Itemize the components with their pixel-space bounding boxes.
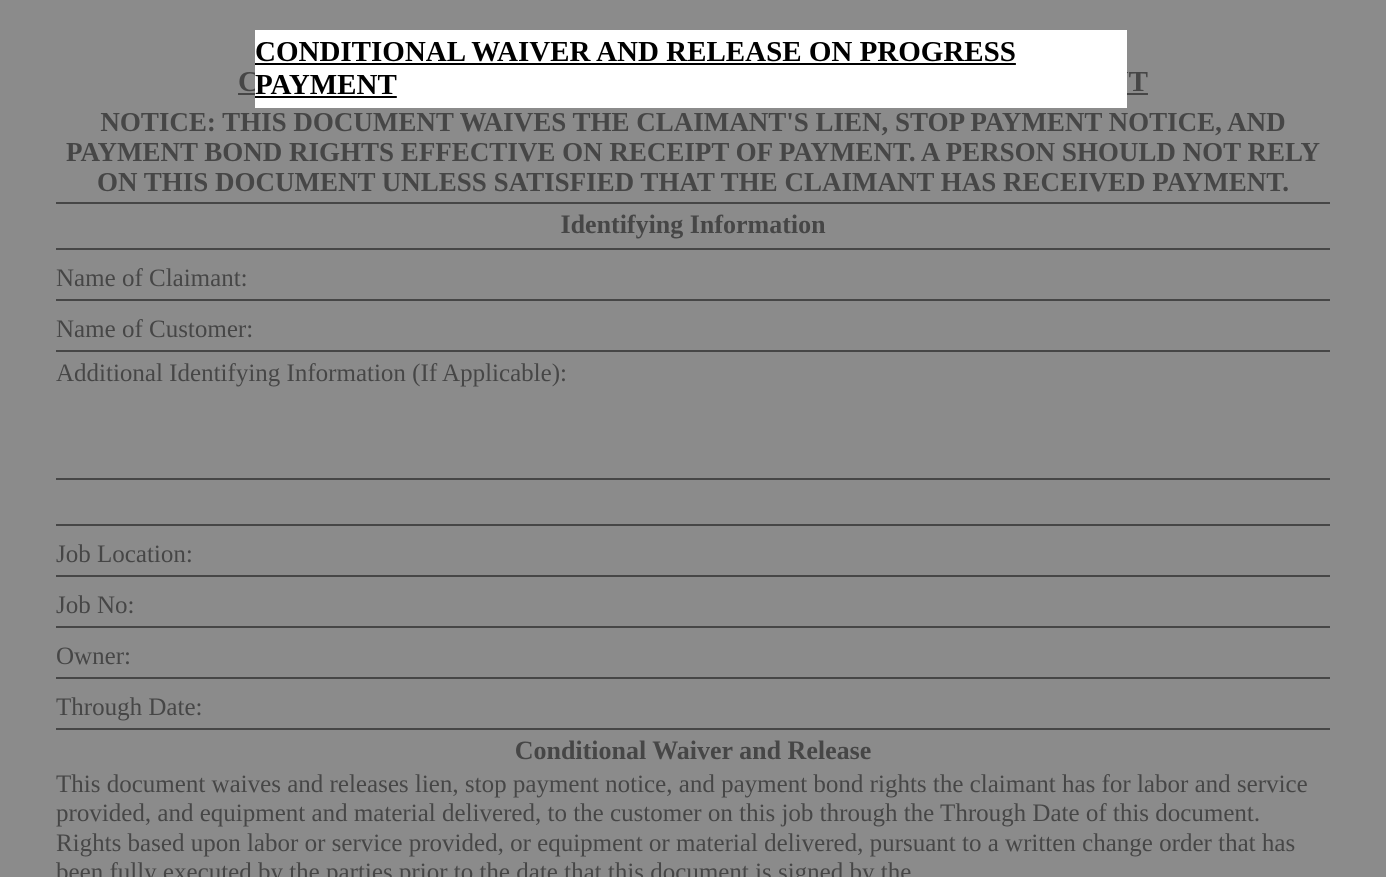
field-customer-label: Name of Customer: bbox=[56, 316, 253, 344]
field-owner[interactable]: Owner: bbox=[56, 628, 1330, 679]
waiver-body-text: This document waives and releases lien, … bbox=[56, 770, 1330, 877]
notice-text: NOTICE: THIS DOCUMENT WAIVES THE CLAIMAN… bbox=[56, 107, 1330, 198]
field-owner-value[interactable] bbox=[139, 636, 1330, 664]
title-wrap: CONDITIONAL WAIVER AND RELEASE ON PROGRE… bbox=[56, 66, 1330, 103]
field-additional-line-1[interactable] bbox=[56, 388, 1330, 480]
field-customer-value[interactable] bbox=[261, 309, 1330, 337]
field-additional-line-2[interactable] bbox=[56, 480, 1330, 526]
field-job-no-value[interactable] bbox=[142, 585, 1330, 613]
field-job-location[interactable]: Job Location: bbox=[56, 526, 1330, 577]
field-customer[interactable]: Name of Customer: bbox=[56, 301, 1330, 352]
document-page: CONDITIONAL WAIVER AND RELEASE ON PROGRE… bbox=[0, 0, 1386, 877]
section-identifying-heading: Identifying Information bbox=[56, 202, 1330, 250]
field-through-date-value[interactable] bbox=[210, 687, 1330, 715]
field-job-no-label: Job No: bbox=[56, 592, 134, 620]
field-through-date[interactable]: Through Date: bbox=[56, 679, 1330, 730]
field-through-date-label: Through Date: bbox=[56, 694, 202, 722]
document-title: CONDITIONAL WAIVER AND RELEASE ON PROGRE… bbox=[234, 66, 1152, 103]
field-additional-label: Additional Identifying Information (If A… bbox=[56, 360, 1330, 388]
field-claimant-label: Name of Claimant: bbox=[56, 265, 248, 293]
section-waiver-heading: Conditional Waiver and Release bbox=[56, 730, 1330, 770]
field-claimant-value[interactable] bbox=[256, 258, 1330, 286]
field-job-location-value[interactable] bbox=[201, 534, 1330, 562]
field-owner-label: Owner: bbox=[56, 643, 131, 671]
field-job-location-label: Job Location: bbox=[56, 541, 193, 569]
field-claimant[interactable]: Name of Claimant: bbox=[56, 250, 1330, 301]
field-additional: Additional Identifying Information (If A… bbox=[56, 352, 1330, 526]
field-job-no[interactable]: Job No: bbox=[56, 577, 1330, 628]
